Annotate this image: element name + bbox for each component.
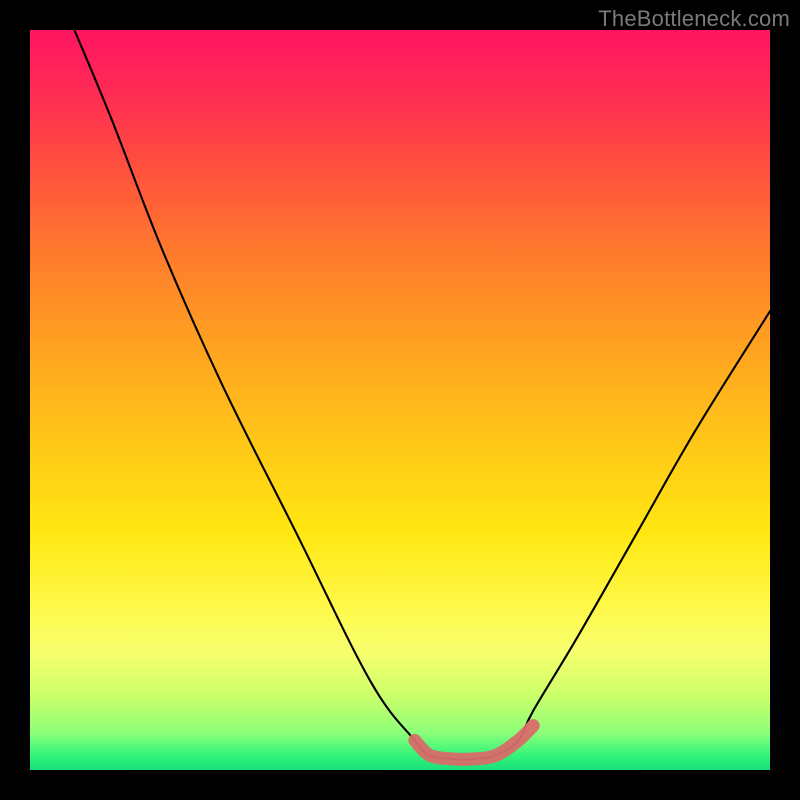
bottom-highlight-segment — [415, 726, 533, 760]
curve-svg — [30, 30, 770, 770]
chart-frame: TheBottleneck.com — [0, 0, 800, 800]
watermark-text: TheBottleneck.com — [598, 6, 790, 32]
bottleneck-curve — [74, 30, 770, 759]
plot-area — [30, 30, 770, 770]
